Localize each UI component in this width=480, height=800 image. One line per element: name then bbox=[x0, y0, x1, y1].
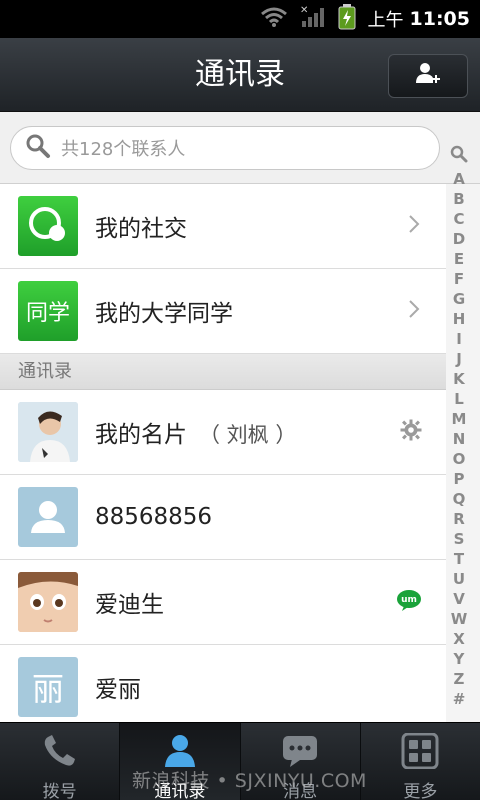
search-icon bbox=[25, 133, 51, 163]
avatar-letter: 丽 bbox=[18, 657, 78, 717]
search-input[interactable]: 共128个联系人 bbox=[10, 126, 440, 170]
status-ampm: 上午 bbox=[367, 10, 404, 31]
um-badge-text: um bbox=[401, 595, 417, 605]
contact-row[interactable]: 88568856 bbox=[0, 475, 446, 560]
index-letter[interactable]: H bbox=[453, 309, 466, 329]
signal-icon: ✕ bbox=[300, 5, 326, 33]
alphabet-index[interactable]: A B C D E F G H I J K L M N O P Q R S T U V W X Y Z # bbox=[446, 145, 472, 709]
index-letter[interactable]: S bbox=[454, 529, 465, 549]
avatar-letter-text: 丽 bbox=[31, 670, 64, 708]
group-row-classmates[interactable]: 同学 我的大学同学 bbox=[0, 269, 446, 354]
contact-name-wrap: 我的名片 （ 刘枫 ） bbox=[95, 415, 296, 449]
contact-row[interactable]: 爱迪生 um bbox=[0, 560, 446, 645]
index-letter[interactable]: T bbox=[454, 549, 464, 569]
gear-icon[interactable] bbox=[400, 419, 422, 445]
index-letter[interactable]: N bbox=[453, 429, 466, 449]
group-row-social[interactable]: 我的社交 bbox=[0, 184, 446, 269]
index-letter[interactable]: Z bbox=[454, 669, 465, 689]
default-avatar-icon bbox=[18, 487, 78, 547]
index-letter[interactable]: F bbox=[454, 269, 464, 289]
search-area: 共128个联系人 bbox=[0, 112, 480, 184]
watermark: 新浪科技 • SJXINYU.COM bbox=[132, 770, 367, 792]
index-letter[interactable]: J bbox=[456, 349, 462, 369]
nav-label: 拨号 bbox=[42, 782, 77, 800]
contact-subname: （ 刘枫 ） bbox=[199, 423, 297, 447]
add-contact-button[interactable] bbox=[388, 54, 468, 98]
index-letter[interactable]: G bbox=[453, 289, 465, 309]
index-letter[interactable]: D bbox=[453, 229, 465, 249]
contact-row-my-card[interactable]: 我的名片 （ 刘枫 ） bbox=[0, 390, 446, 475]
search-placeholder: 共128个联系人 bbox=[61, 139, 186, 160]
index-letter[interactable]: X bbox=[453, 629, 465, 649]
nav-more[interactable]: 更多 bbox=[361, 723, 480, 800]
index-letter[interactable]: I bbox=[456, 329, 462, 349]
classmates-badge-text: 同学 bbox=[25, 301, 70, 326]
index-letter[interactable]: O bbox=[453, 449, 466, 469]
battery-icon bbox=[338, 4, 356, 34]
nav-label: 更多 bbox=[403, 782, 438, 800]
index-letter[interactable]: P bbox=[453, 469, 464, 489]
index-letter[interactable]: C bbox=[453, 209, 464, 229]
avatar bbox=[18, 572, 78, 632]
index-letter[interactable]: L bbox=[454, 389, 464, 409]
svg-text:✕: ✕ bbox=[300, 5, 308, 16]
index-letter[interactable]: Y bbox=[454, 649, 465, 669]
um-badge-icon: um bbox=[396, 589, 422, 615]
index-letter[interactable]: M bbox=[452, 409, 467, 429]
index-letter[interactable]: V bbox=[453, 589, 465, 609]
more-icon bbox=[400, 732, 440, 773]
chevron-right-icon bbox=[408, 214, 420, 238]
index-letter[interactable]: K bbox=[453, 369, 465, 389]
classmates-group-icon: 同学 bbox=[18, 281, 78, 341]
index-search-icon[interactable] bbox=[450, 145, 468, 169]
contact-name: 爱丽 bbox=[95, 677, 141, 703]
section-header: 通讯录 bbox=[0, 354, 446, 390]
avatar bbox=[18, 402, 78, 462]
index-letter[interactable]: B bbox=[453, 189, 464, 209]
chevron-right-icon bbox=[408, 299, 420, 323]
index-letter[interactable]: W bbox=[451, 609, 468, 629]
group-label: 我的大学同学 bbox=[95, 301, 233, 327]
index-letter[interactable]: A bbox=[453, 169, 465, 189]
contact-name: 我的名片 bbox=[95, 422, 187, 448]
add-person-icon bbox=[415, 61, 441, 91]
status-bar: ✕ 上午 11:05 bbox=[0, 0, 480, 38]
index-letter[interactable]: R bbox=[453, 509, 465, 529]
contact-name: 88568856 bbox=[95, 504, 213, 530]
index-letter[interactable]: Q bbox=[453, 489, 466, 509]
index-letters: A B C D E F G H I J K L M N O P Q R S T U V W X Y Z # bbox=[451, 169, 468, 709]
phone-icon bbox=[40, 733, 80, 773]
status-time: 11:05 bbox=[409, 8, 470, 30]
index-letter[interactable]: E bbox=[454, 249, 464, 269]
social-group-icon bbox=[18, 196, 78, 256]
nav-dial[interactable]: 拨号 bbox=[0, 723, 121, 800]
group-label: 我的社交 bbox=[95, 216, 187, 242]
index-letter[interactable]: # bbox=[453, 689, 466, 709]
contact-list: 我的社交 同学 我的大学同学 通讯录 我的名片 （ 刘枫 ） 88568856 爱… bbox=[0, 184, 446, 730]
contact-name: 爱迪生 bbox=[95, 592, 164, 618]
header: 通讯录 bbox=[0, 38, 480, 112]
index-letter[interactable]: U bbox=[453, 569, 465, 589]
wifi-icon bbox=[260, 6, 288, 32]
contact-row[interactable]: 丽 爱丽 bbox=[0, 645, 446, 730]
